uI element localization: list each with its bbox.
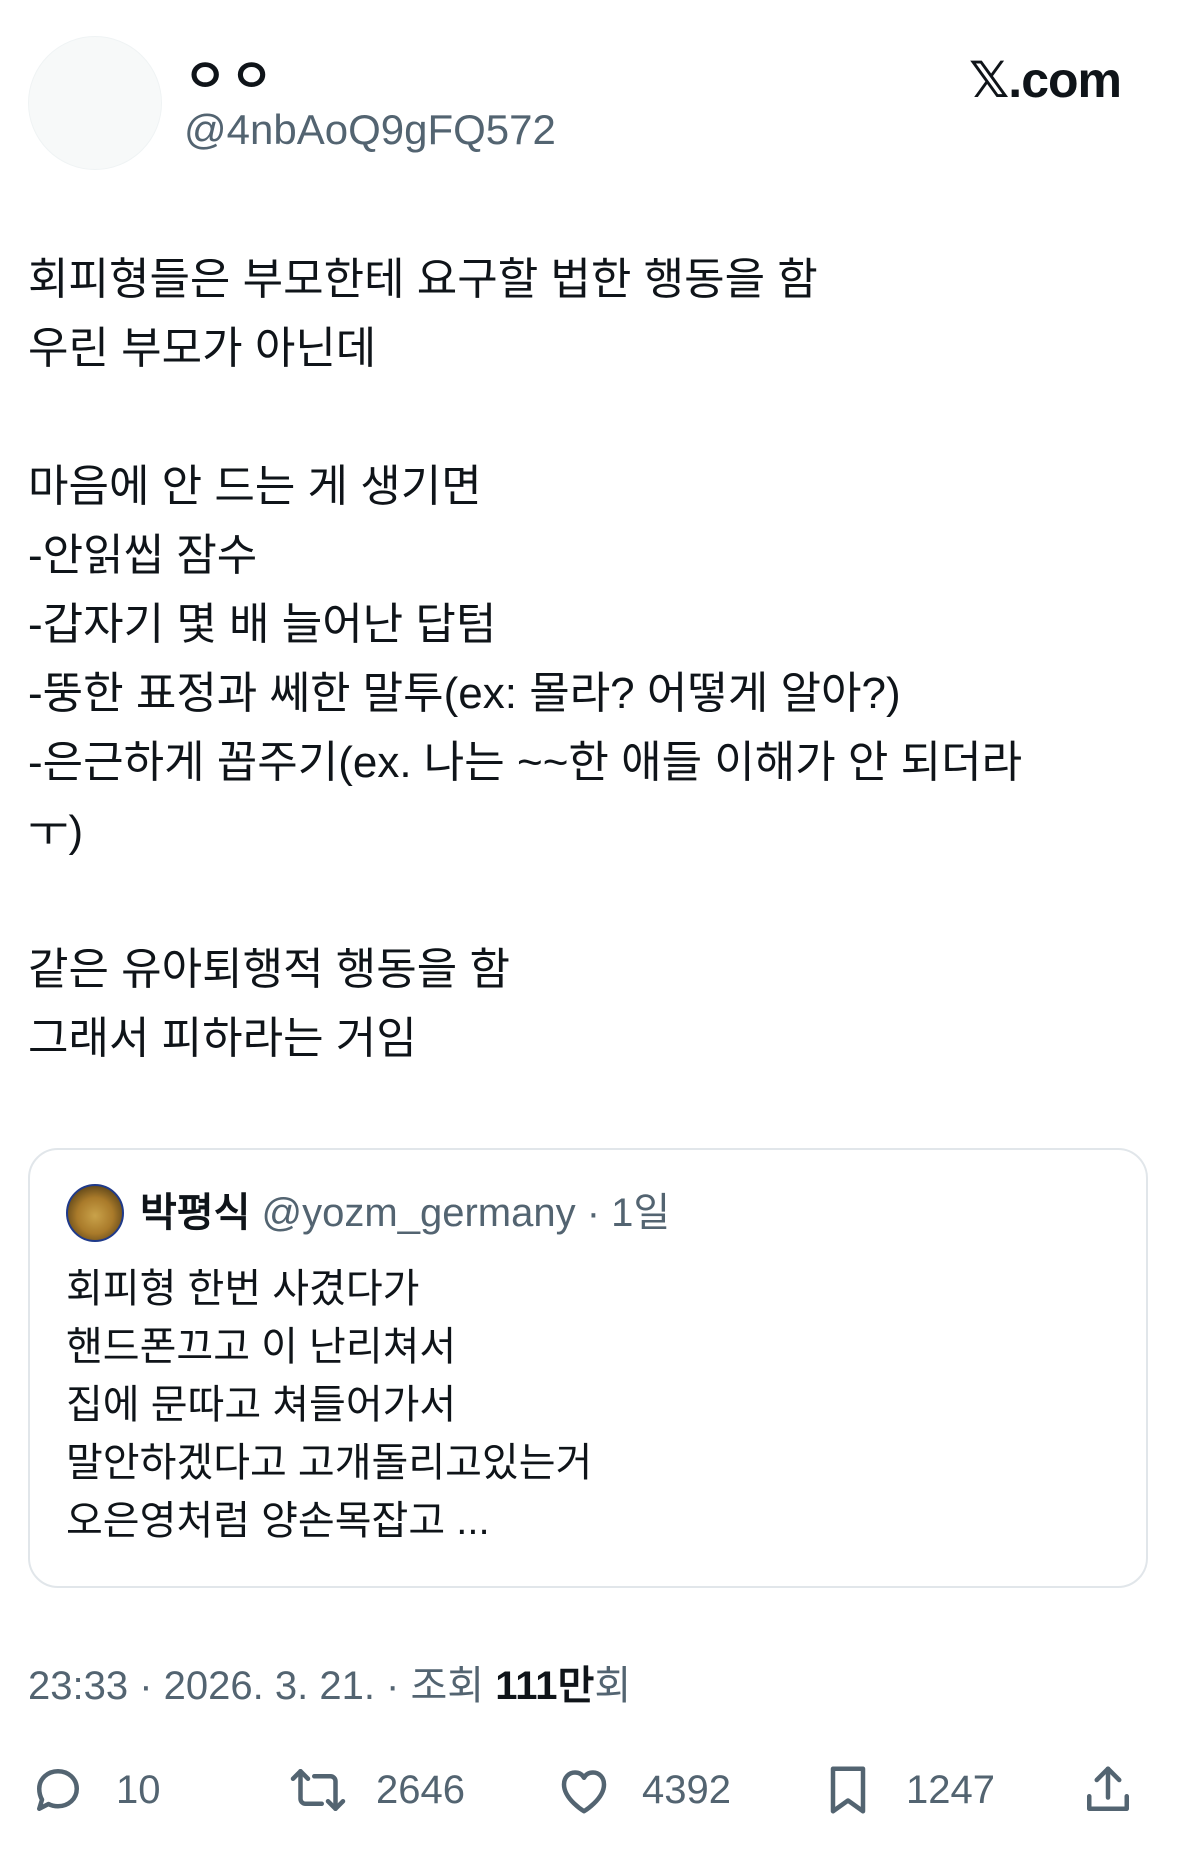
tweet-line: 마음에 안 드는 게 생기면 (28, 462, 482, 511)
tweet-line: ㅜ) (28, 807, 84, 856)
quoted-tweet-card[interactable]: 박평식 @yozm_germany · 1일 회피형 한번 사겼다가 핸드폰끄고… (28, 1148, 1148, 1588)
quote-line: 말안하겠다고 고개돌리고있는거 (66, 1441, 593, 1485)
timestamp-views: 23:33 · 2026. 3. 21. · 조회 111만회 (28, 1660, 631, 1712)
quote-header: 박평식 @yozm_germany · 1일 (140, 1184, 670, 1242)
tweet-line: 같은 유아퇴행적 행동을 함 (28, 945, 510, 994)
tweet-line: -은근하게 꼽주기(ex. 나는 ~~한 애들 이해가 안 되더라 (28, 738, 1023, 787)
quote-line: 집에 문따고 쳐들어가서 (66, 1383, 457, 1427)
tweet-line: 회피형들은 부모한테 요구할 법한 행동을 함 (28, 255, 818, 304)
bookmark-count: 1247 (906, 1767, 995, 1812)
retweet-icon (290, 1769, 346, 1811)
quote-line: 핸드폰끄고 이 난리쳐서 (66, 1325, 457, 1369)
reply-icon (37, 1769, 79, 1811)
tweet-line (28, 383, 1148, 452)
like-button[interactable]: 4392 (554, 1752, 731, 1828)
quote-line: 오은영처럼 양손목잡고 ... (66, 1499, 490, 1543)
quote-author-name: 박평식 (140, 1191, 251, 1235)
action-bar: 10 2646 4392 1247 (0, 1752, 1179, 1828)
share-icon (1087, 1766, 1129, 1811)
tweet-line: -갑자기 몇 배 늘어난 답텀 (28, 600, 497, 649)
tweet-line: 우린 부모가 아닌데 (28, 324, 377, 373)
timestamp[interactable]: 23:33 · 2026. 3. 21. · 조회 (28, 1664, 495, 1708)
tweet-line: 그래서 피하라는 거임 (28, 1014, 417, 1063)
share-button[interactable] (1078, 1752, 1138, 1828)
quote-author-meta: @yozm_germany · 1일 (261, 1191, 671, 1235)
x-com-logo: 𝕏.com (969, 52, 1122, 108)
tweet-text: 회피형들은 부모한테 요구할 법한 행동을 함 우린 부모가 아닌데 마음에 안… (28, 245, 1148, 1073)
author-display-name[interactable]: ㅇㅇ (184, 48, 277, 104)
quote-line: 회피형 한번 사겼다가 (66, 1267, 420, 1311)
bookmark-icon (830, 1766, 866, 1814)
quote-author-avatar (66, 1184, 124, 1242)
tweet-line: -뚱한 표정과 쎄한 말투(ex: 몰라? 어떻게 알아?) (28, 669, 901, 718)
quote-text: 회피형 한번 사겼다가 핸드폰끄고 이 난리쳐서 집에 문따고 쳐들어가서 말안… (66, 1260, 592, 1550)
tweet-screenshot: ㅇㅇ @4nbAoQ9gFQ572 𝕏.com 회피형들은 부모한테 요구할 법… (0, 0, 1179, 1864)
retweet-button[interactable]: 2646 (288, 1752, 465, 1828)
tweet-line: -안읽씹 잠수 (28, 531, 258, 580)
like-count: 4392 (642, 1767, 731, 1812)
tweet-line (28, 866, 1148, 935)
reply-count: 10 (116, 1767, 161, 1812)
heart-icon (561, 1770, 607, 1814)
view-count: 111만 (495, 1664, 595, 1708)
reply-button[interactable]: 10 (28, 1752, 161, 1828)
view-suffix: 회 (594, 1664, 632, 1708)
author-avatar[interactable] (28, 36, 162, 170)
bookmark-button[interactable]: 1247 (818, 1752, 995, 1828)
retweet-count: 2646 (376, 1767, 465, 1812)
author-handle[interactable]: @4nbAoQ9gFQ572 (184, 104, 556, 156)
